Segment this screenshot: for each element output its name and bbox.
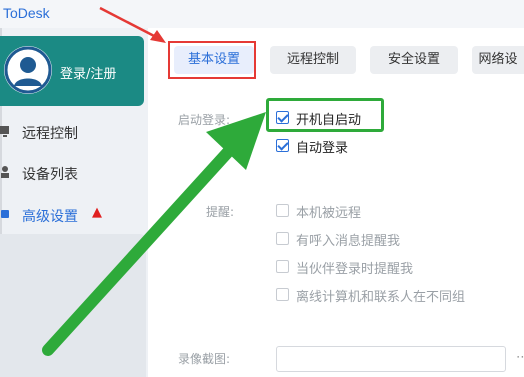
checkbox-label: 离线计算机和联系人在不同组 [296, 290, 466, 305]
avatar [4, 46, 52, 94]
devices-icon [0, 164, 12, 180]
title-bar: ToDesk [0, 0, 524, 28]
notify-label: 提醒: [206, 205, 235, 219]
login-card[interactable]: 登录/注册 [0, 36, 144, 106]
sidebar-item-device-list[interactable]: 设备列表 [0, 160, 145, 186]
up-arrow-icon: ▲ [92, 205, 102, 220]
sidebar-footer-area [0, 234, 146, 377]
checkbox-label: 自动登录 [296, 141, 349, 156]
app-title: ToDesk [3, 5, 50, 21]
sidebar-item-label: 高级设置 [22, 209, 78, 225]
user-icon [4, 46, 52, 94]
recording-path-input[interactable] [276, 346, 506, 372]
tab-security-settings[interactable]: 安全设置 [370, 46, 458, 74]
sidebar-item-label: 远程控制 [22, 126, 78, 142]
settings-icon [0, 206, 12, 222]
sidebar-item-advanced-settings[interactable]: 高级设置 ▲ [0, 202, 145, 228]
checkbox-label: 有呼入消息提醒我 [296, 234, 401, 249]
sidebar-item-label: 设备列表 [22, 167, 78, 183]
checkbox[interactable] [276, 288, 289, 301]
checkbox[interactable] [276, 204, 289, 217]
monitor-icon [0, 123, 12, 139]
startup-login-label: 启动登录: [178, 113, 231, 127]
browse-icon[interactable]: ⋯ [516, 350, 524, 365]
tab-remote-control[interactable]: 远程控制 [270, 46, 356, 74]
checkbox[interactable] [276, 260, 289, 273]
checkbox-label: 本机被远程 [296, 206, 362, 221]
highlight-box-green [266, 98, 384, 132]
recording-label: 录像截图: [178, 352, 231, 366]
checkbox[interactable] [276, 232, 289, 245]
checkbox-label: 当伙伴登录时提醒我 [296, 262, 414, 277]
tab-network-settings[interactable]: 网络设 [472, 46, 524, 74]
sidebar-item-remote-control[interactable]: 远程控制 [0, 119, 145, 145]
login-register-label: 登录/注册 [60, 67, 117, 82]
checkbox[interactable] [276, 139, 289, 152]
highlight-box-red [168, 41, 256, 79]
